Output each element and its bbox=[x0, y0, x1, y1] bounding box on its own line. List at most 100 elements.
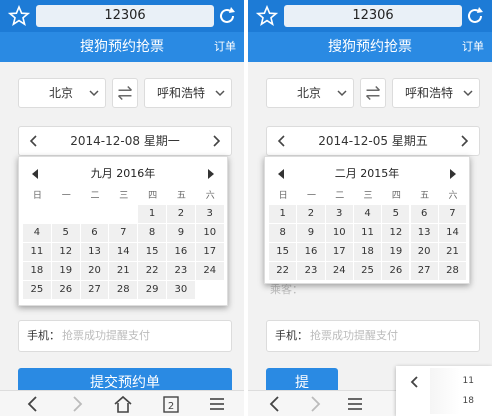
calendar-day[interactable]: 11 bbox=[23, 243, 51, 261]
calendar-day[interactable]: 15 bbox=[138, 243, 166, 261]
calendar-day[interactable]: 25 bbox=[353, 262, 382, 280]
calendar-day[interactable]: 23 bbox=[167, 262, 195, 280]
calendar-day[interactable]: 20 bbox=[80, 262, 109, 280]
calendar-day[interactable]: 12 bbox=[382, 224, 410, 242]
date-selector[interactable]: 2014-12-05 星期五 bbox=[266, 126, 480, 156]
next-month-icon[interactable] bbox=[449, 169, 457, 179]
calendar-day[interactable]: 30 bbox=[167, 281, 195, 299]
orders-link[interactable]: 订单 bbox=[214, 32, 236, 62]
phone-field[interactable]: 手机： 抢票成功提醒支付 bbox=[18, 320, 232, 352]
bookmark-star-icon[interactable] bbox=[8, 5, 30, 27]
calendar-day[interactable]: 7 bbox=[109, 224, 138, 242]
calendar-day[interactable]: 13 bbox=[410, 224, 438, 242]
calendar-day[interactable]: 25 bbox=[23, 281, 51, 299]
calendar-day[interactable]: 24 bbox=[195, 262, 224, 280]
calendar-day[interactable]: 15 bbox=[269, 243, 297, 261]
calendar-day[interactable]: 2 bbox=[167, 205, 195, 223]
chevron-left-icon[interactable] bbox=[410, 376, 420, 388]
back-icon[interactable] bbox=[264, 394, 286, 414]
calendar-day[interactable]: 17 bbox=[325, 243, 353, 261]
page-title: 搜狗预约抢票 bbox=[328, 39, 412, 55]
calendar-day[interactable]: 3 bbox=[325, 205, 353, 223]
forward-icon[interactable] bbox=[304, 394, 326, 414]
tabs-icon[interactable]: 2 bbox=[160, 394, 182, 414]
calendar-day[interactable]: 1 bbox=[138, 205, 166, 223]
calendar-day[interactable]: 28 bbox=[109, 281, 138, 299]
calendar-day[interactable]: 16 bbox=[167, 243, 195, 261]
calendar-day[interactable]: 6 bbox=[80, 224, 109, 242]
to-station-value: 呼和浩特 bbox=[157, 86, 206, 100]
calendar-day[interactable]: 23 bbox=[297, 262, 325, 280]
weekday-label: 一 bbox=[306, 191, 316, 201]
calendar-day[interactable]: 19 bbox=[382, 243, 410, 261]
from-station-select[interactable]: 北京 bbox=[266, 78, 354, 108]
calendar-day[interactable]: 18 bbox=[23, 262, 51, 280]
calendar-day[interactable]: 26 bbox=[51, 281, 80, 299]
calendar-day[interactable]: 10 bbox=[195, 224, 224, 242]
swap-stations-button[interactable] bbox=[360, 78, 386, 108]
calendar-day[interactable]: 17 bbox=[195, 243, 224, 261]
calendar-day[interactable]: 11 bbox=[353, 224, 382, 242]
calendar-day[interactable]: 3 bbox=[195, 205, 224, 223]
calendar-day[interactable]: 8 bbox=[138, 224, 166, 242]
calendar-day[interactable]: 8 bbox=[269, 224, 297, 242]
menu-icon[interactable] bbox=[206, 394, 228, 414]
calendar-day[interactable]: 1 bbox=[269, 205, 297, 223]
calendar-day[interactable]: 19 bbox=[51, 262, 80, 280]
previous-month-icon[interactable] bbox=[277, 169, 285, 179]
from-station-select[interactable]: 北京 bbox=[18, 78, 106, 108]
calendar-day[interactable]: 22 bbox=[138, 262, 166, 280]
calendar-day[interactable]: 12 bbox=[51, 243, 80, 261]
browser-url-bar: 12306 bbox=[248, 0, 492, 32]
calendar-day[interactable]: 5 bbox=[382, 205, 410, 223]
calendar-day[interactable]: 14 bbox=[109, 243, 138, 261]
calendar-day[interactable]: 9 bbox=[297, 224, 325, 242]
mini-day[interactable]: 18 bbox=[463, 396, 474, 406]
to-station-select[interactable]: 呼和浩特 bbox=[392, 78, 480, 108]
orders-link[interactable]: 订单 bbox=[462, 32, 484, 62]
calendar-day[interactable]: 21 bbox=[438, 243, 467, 261]
home-icon[interactable] bbox=[112, 394, 134, 414]
calendar-day[interactable]: 4 bbox=[353, 205, 382, 223]
url-field[interactable]: 12306 bbox=[284, 5, 462, 27]
calendar-day[interactable]: 13 bbox=[80, 243, 109, 261]
calendar-day[interactable]: 24 bbox=[325, 262, 353, 280]
calendar-day[interactable]: 20 bbox=[410, 243, 438, 261]
menu-icon[interactable] bbox=[344, 394, 366, 414]
calendar-day[interactable]: 6 bbox=[410, 205, 438, 223]
calendar-day[interactable]: 27 bbox=[80, 281, 109, 299]
mini-day[interactable]: 11 bbox=[463, 376, 474, 386]
chevron-down-icon bbox=[337, 90, 347, 97]
calendar-day[interactable]: 9 bbox=[167, 224, 195, 242]
reload-icon[interactable] bbox=[216, 5, 238, 27]
swap-arrows-icon bbox=[118, 86, 132, 100]
back-icon[interactable] bbox=[22, 394, 44, 414]
calendar-day[interactable]: 22 bbox=[269, 262, 297, 280]
previous-month-icon[interactable] bbox=[31, 169, 39, 179]
bookmark-star-icon[interactable] bbox=[256, 5, 278, 27]
url-field[interactable]: 12306 bbox=[36, 5, 214, 27]
calendar-day[interactable]: 18 bbox=[353, 243, 382, 261]
next-month-icon[interactable] bbox=[207, 169, 215, 179]
next-day-icon[interactable] bbox=[211, 135, 221, 147]
reload-icon[interactable] bbox=[464, 5, 486, 27]
calendar-day[interactable]: 16 bbox=[297, 243, 325, 261]
to-station-select[interactable]: 呼和浩特 bbox=[144, 78, 232, 108]
phone-field[interactable]: 手机： 抢票成功提醒支付 bbox=[266, 320, 480, 352]
forward-icon[interactable] bbox=[66, 394, 88, 414]
calendar-day[interactable]: 4 bbox=[23, 224, 51, 242]
calendar-day[interactable]: 28 bbox=[438, 262, 467, 280]
calendar-day[interactable]: 10 bbox=[325, 224, 353, 242]
calendar-day[interactable]: 21 bbox=[109, 262, 138, 280]
calendar-day[interactable]: 27 bbox=[410, 262, 438, 280]
app-header: 搜狗预约抢票 订单 bbox=[248, 32, 492, 62]
date-selector[interactable]: 2014-12-08 星期一 bbox=[18, 126, 232, 156]
calendar-day[interactable]: 7 bbox=[438, 205, 467, 223]
calendar-day[interactable]: 26 bbox=[382, 262, 410, 280]
next-day-icon[interactable] bbox=[459, 135, 469, 147]
calendar-day[interactable]: 2 bbox=[297, 205, 325, 223]
swap-stations-button[interactable] bbox=[112, 78, 138, 108]
calendar-day[interactable]: 14 bbox=[438, 224, 467, 242]
calendar-day[interactable]: 29 bbox=[138, 281, 166, 299]
calendar-day[interactable]: 5 bbox=[51, 224, 80, 242]
